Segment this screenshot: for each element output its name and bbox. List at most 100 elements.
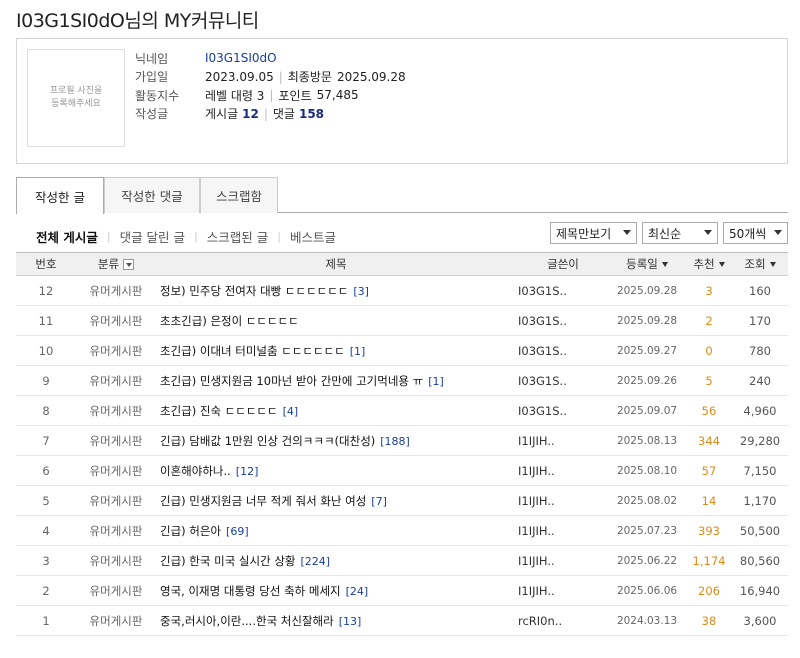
photo-text-line-1: 프로필 사진을 bbox=[49, 86, 103, 96]
row-writer[interactable]: I03G1S.. bbox=[516, 314, 608, 328]
row-writer[interactable]: I03G1S.. bbox=[516, 284, 608, 298]
row-num: 9 bbox=[42, 373, 50, 388]
sort-select[interactable]: 최신순 bbox=[642, 222, 718, 244]
comment-count[interactable]: [13] bbox=[339, 615, 362, 628]
post-title-link[interactable]: 초긴급) 이대녀 터미널춤 ㄷㄷㄷㄷㄷㄷ bbox=[160, 344, 345, 358]
sort-value: 최신순 bbox=[648, 226, 682, 241]
post-title-link[interactable]: 이혼해야하나.. bbox=[160, 464, 231, 478]
table-row[interactable]: 2 유머게시판 영국, 이재명 대통령 당선 축하 메세지 [24] I1IJIH.. 2… bbox=[16, 576, 788, 606]
joined-date: 2023.09.05 bbox=[205, 69, 274, 84]
row-writer[interactable]: I1IJIH.. bbox=[516, 494, 608, 508]
row-num: 12 bbox=[38, 283, 54, 298]
row-title-cell: 긴급) 한국 미국 실시간 상황 [224] bbox=[156, 553, 516, 569]
header-recommend[interactable]: 추천 bbox=[686, 256, 732, 272]
comment-count[interactable]: [1] bbox=[350, 345, 366, 358]
post-title-link[interactable]: 초긴급) 민생지원금 10마넌 받아 간만에 고기먹네용 ㅠ bbox=[160, 374, 423, 388]
separator: | bbox=[278, 69, 283, 84]
post-title-link[interactable]: 초초긴급) 은정이 ㄷㄷㄷㄷㄷ bbox=[160, 314, 299, 328]
table-row[interactable]: 8 유머게시판 초긴급) 진숙 ㄷㄷㄷㄷㄷ [4] I03G1S.. 2025.09.07… bbox=[16, 396, 788, 426]
table-row[interactable]: 3 유머게시판 긴급) 한국 미국 실시간 상황 [224] I1IJIH.. 2025.… bbox=[16, 546, 788, 576]
view-mode-select[interactable]: 제목만보기 bbox=[550, 222, 637, 244]
subnav-best-posts[interactable]: 베스트글 bbox=[290, 227, 336, 246]
table-row[interactable]: 1 유머게시판 중국,러시아,이란....한국 처신잘해라 [13] rcRI0n.. 2… bbox=[16, 606, 788, 636]
tab-scraps[interactable]: 스크랩함 bbox=[200, 177, 278, 213]
post-title-link[interactable]: 정보) 민주당 전여자 대빵 ㄷㄷㄷㄷㄷㄷ bbox=[160, 284, 348, 298]
row-num: 3 bbox=[42, 553, 50, 568]
table-row[interactable]: 11 유머게시판 초초긴급) 은정이 ㄷㄷㄷㄷㄷ I03G1S.. 2025.09.28… bbox=[16, 306, 788, 336]
row-num: 11 bbox=[38, 313, 54, 328]
tab-my-comments[interactable]: 작성한 댓글 bbox=[104, 177, 200, 213]
row-views: 7,150 bbox=[743, 463, 777, 478]
profile-photo-placeholder[interactable]: 프로필 사진을 등록해주세요 bbox=[27, 49, 125, 147]
posts-table: 번호 분류 제목 글쓴이 등록일 추천 조회 12 유머게시판 정보) 민주당 전여… bbox=[16, 252, 788, 636]
row-views: 160 bbox=[749, 283, 771, 298]
table-row[interactable]: 12 유머게시판 정보) 민주당 전여자 대빵 ㄷㄷㄷㄷㄷㄷ [3] I03G1S.. 2… bbox=[16, 276, 788, 306]
row-recommend: 14 bbox=[701, 493, 717, 508]
row-writer[interactable]: I1IJIH.. bbox=[516, 464, 608, 478]
comment-count[interactable]: [7] bbox=[371, 495, 387, 508]
row-date: 2025.08.02 bbox=[616, 494, 678, 507]
post-title-link[interactable]: 영국, 이재명 대통령 당선 축하 메세지 bbox=[160, 584, 341, 598]
row-writer[interactable]: I03G1S.. bbox=[516, 404, 608, 418]
row-writer[interactable]: I1IJIH.. bbox=[516, 554, 608, 568]
subnav-all-posts[interactable]: 전체 게시글 bbox=[36, 227, 98, 246]
tab-bar: 작성한 글 작성한 댓글 스크랩함 bbox=[16, 177, 788, 214]
row-category: 유머게시판 bbox=[89, 613, 143, 628]
row-date: 2025.07.23 bbox=[616, 524, 678, 537]
post-title-link[interactable]: 긴급) 한국 미국 실시간 상황 bbox=[160, 554, 296, 568]
post-count[interactable]: 12 bbox=[242, 107, 259, 121]
comment-count[interactable]: [4] bbox=[283, 405, 299, 418]
row-views: 29,280 bbox=[739, 433, 781, 448]
subnav-scrapped-posts[interactable]: 스크랩된 글 bbox=[207, 227, 268, 246]
separator: | bbox=[263, 106, 268, 121]
chevron-down-icon bbox=[774, 230, 782, 235]
chevron-down-icon bbox=[704, 230, 712, 235]
post-title-link[interactable]: 중국,러시아,이란....한국 처신잘해라 bbox=[160, 614, 334, 628]
post-title-link[interactable]: 긴급) 민생지원금 너무 적게 줘서 화난 여성 bbox=[160, 494, 366, 508]
separator: | bbox=[277, 230, 281, 243]
subnav: 전체 게시글 | 댓글 달린 글 | 스크랩된 글 | 베스트글 bbox=[36, 227, 336, 246]
header-date[interactable]: 등록일 bbox=[608, 256, 686, 272]
row-title-cell: 초긴급) 이대녀 터미널춤 ㄷㄷㄷㄷㄷㄷ [1] bbox=[156, 343, 516, 359]
page-title: I03G1SI0dO님의 MY커뮤니티 bbox=[16, 10, 259, 32]
row-writer[interactable]: I03G1S.. bbox=[516, 344, 608, 358]
table-row[interactable]: 9 유머게시판 초긴급) 민생지원금 10마넌 받아 간만에 고기먹네용 ㅠ [1] I… bbox=[16, 366, 788, 396]
comment-count[interactable]: [224] bbox=[301, 555, 331, 568]
tab-my-posts[interactable]: 작성한 글 bbox=[16, 177, 104, 214]
table-row[interactable]: 10 유머게시판 초긴급) 이대녀 터미널춤 ㄷㄷㄷㄷㄷㄷ [1] I03G1S.. 20… bbox=[16, 336, 788, 366]
post-title-link[interactable]: 긴급) 허은아 bbox=[160, 524, 221, 538]
comment-count[interactable]: [3] bbox=[353, 285, 369, 298]
row-writer[interactable]: I1IJIH.. bbox=[516, 434, 608, 448]
page-size-select[interactable]: 50개씩 bbox=[723, 222, 788, 244]
row-writer[interactable]: rcRI0n.. bbox=[516, 614, 608, 628]
separator: | bbox=[106, 230, 111, 243]
subnav-commented-posts[interactable]: 댓글 달린 글 bbox=[120, 227, 185, 246]
row-views: 780 bbox=[749, 343, 771, 358]
row-category: 유머게시판 bbox=[89, 463, 143, 478]
table-row[interactable]: 4 유머게시판 긴급) 허은아 [69] I1IJIH.. 2025.07.23 393 50… bbox=[16, 516, 788, 546]
row-title-cell: 긴급) 민생지원금 너무 적게 줘서 화난 여성 [7] bbox=[156, 493, 516, 509]
post-title-link[interactable]: 긴급) 담배값 1만원 인상 건의ㅋㅋㅋ(대찬성) bbox=[160, 434, 375, 448]
filter-dropdown-icon[interactable] bbox=[123, 259, 135, 270]
page-size-value: 50개씩 bbox=[729, 226, 767, 241]
comment-count[interactable]: [1] bbox=[428, 375, 444, 388]
row-category: 유머게시판 bbox=[89, 583, 143, 598]
comment-count[interactable]: [12] bbox=[236, 465, 259, 478]
post-title-link[interactable]: 초긴급) 진숙 ㄷㄷㄷㄷㄷ bbox=[160, 404, 278, 418]
comment-count[interactable]: [69] bbox=[226, 525, 249, 538]
row-writer[interactable]: I1IJIH.. bbox=[516, 584, 608, 598]
table-row[interactable]: 7 유머게시판 긴급) 담배값 1만원 인상 건의ㅋㅋㅋ(대찬성) [188] I1IJ… bbox=[16, 426, 788, 456]
table-header: 번호 분류 제목 글쓴이 등록일 추천 조회 bbox=[16, 252, 788, 276]
post-count-label: 게시글 bbox=[205, 107, 239, 122]
comment-count[interactable]: [24] bbox=[346, 585, 369, 598]
row-writer[interactable]: I03G1S.. bbox=[516, 374, 608, 388]
reply-count[interactable]: 158 bbox=[299, 107, 324, 121]
table-row[interactable]: 6 유머게시판 이혼해야하나.. [12] I1IJIH.. 2025.08.10 57 7,… bbox=[16, 456, 788, 486]
header-views[interactable]: 조회 bbox=[732, 256, 788, 272]
row-writer[interactable]: I1IJIH.. bbox=[516, 524, 608, 538]
row-num: 5 bbox=[42, 493, 50, 508]
header-category[interactable]: 분류 bbox=[76, 256, 156, 272]
nickname-link[interactable]: I03G1SI0dO bbox=[205, 51, 277, 65]
comment-count[interactable]: [188] bbox=[380, 435, 410, 448]
table-row[interactable]: 5 유머게시판 긴급) 민생지원금 너무 적게 줘서 화난 여성 [7] I1IJIH.… bbox=[16, 486, 788, 516]
